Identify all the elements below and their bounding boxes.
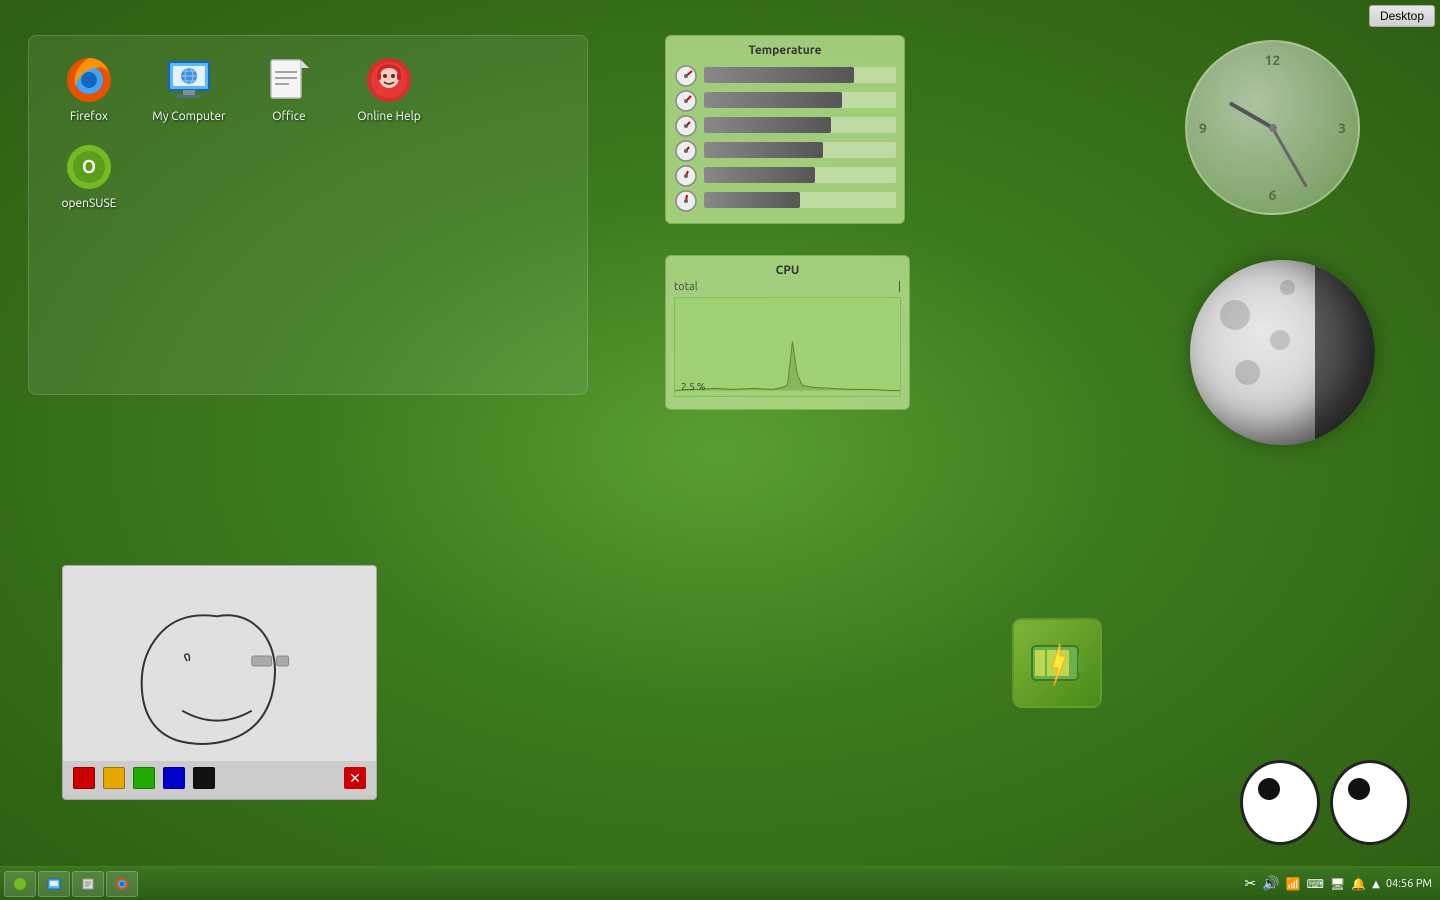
cpu-title: CPU <box>674 264 901 277</box>
color-black[interactable] <box>193 767 215 789</box>
cpu-percent: 2.5 % <box>681 381 705 392</box>
hour-hand <box>1228 101 1273 129</box>
opensuse-label: openSUSE <box>61 197 116 210</box>
temp-bar-6 <box>704 192 800 208</box>
office-icon <box>265 56 313 104</box>
network-icon[interactable]: 📶 <box>1286 877 1301 891</box>
temp-bar-3 <box>704 117 831 133</box>
temp-bar-container-3 <box>704 117 896 133</box>
temp-gauge-1 <box>674 65 698 85</box>
temp-bar-container-6 <box>704 192 896 208</box>
temp-bar-container-1 <box>704 67 896 83</box>
moon-shadow <box>1315 260 1375 445</box>
keyboard-icon[interactable]: ⌨ <box>1307 877 1324 891</box>
temp-row-2 <box>674 90 896 110</box>
firefox-icon <box>65 56 113 104</box>
temp-gauge-4 <box>674 140 698 160</box>
moon-crater-4 <box>1235 360 1260 385</box>
temp-gauge-2 <box>674 90 698 110</box>
drawing-close-button[interactable]: ✕ <box>344 767 366 789</box>
clock-12: 12 <box>1265 52 1281 68</box>
office-icon-item[interactable]: Office <box>249 56 329 123</box>
drawing-canvas <box>63 566 376 761</box>
icons-panel: Firefox My Computer <box>28 35 588 395</box>
taskbar-menu-button[interactable] <box>4 871 36 897</box>
color-yellow[interactable] <box>103 767 125 789</box>
mycomputer-label: My Computer <box>152 110 225 123</box>
opensuse-icon: O <box>65 143 113 191</box>
temp-gauge-5 <box>674 165 698 185</box>
mycomputer-icon <box>165 56 213 104</box>
battery-widget <box>1012 618 1102 708</box>
cpu-graph: 2.5 % <box>674 297 901 397</box>
taskbar-quicklaunch-3[interactable] <box>106 871 138 897</box>
cpu-label: total <box>674 281 698 293</box>
eye-left <box>1240 760 1320 845</box>
temp-row-1 <box>674 65 896 85</box>
temp-bar-container-4 <box>704 142 896 158</box>
eye-right <box>1330 760 1410 845</box>
icons-row-2: O openSUSE <box>49 143 567 210</box>
volume-icon[interactable]: 🔊 <box>1262 875 1279 892</box>
moon-crater-2 <box>1270 330 1290 350</box>
taskbar-quicklaunch-1[interactable] <box>38 871 70 897</box>
temp-row-5 <box>674 165 896 185</box>
display-icon[interactable]: 🖥 <box>1330 877 1345 891</box>
taskbar-right: ✂ 🔊 📶 ⌨ 🖥 🔔 ▲ 04:56 PM <box>1244 875 1436 892</box>
drawing-widget: ✕ <box>62 565 377 800</box>
temp-bar-container-2 <box>704 92 896 108</box>
clock-face: 12 3 6 9 <box>1185 40 1360 215</box>
onlinehelp-icon-item[interactable]: Online Help <box>349 56 429 123</box>
firefox-label: Firefox <box>70 110 108 123</box>
drawing-colors: ✕ <box>63 761 376 795</box>
taskbar-quicklaunch-2[interactable] <box>72 871 104 897</box>
taskbar: ✂ 🔊 📶 ⌨ 🖥 🔔 ▲ 04:56 PM <box>0 866 1440 900</box>
color-green[interactable] <box>133 767 155 789</box>
firefox-icon-item[interactable]: Firefox <box>49 56 129 123</box>
temp-row-4 <box>674 140 896 160</box>
temp-gauge-3 <box>674 115 698 135</box>
eyes-widget <box>1240 760 1410 845</box>
arrow-up-icon[interactable]: ▲ <box>1372 878 1380 890</box>
color-red[interactable] <box>73 767 95 789</box>
mycomputer-icon-item[interactable]: My Computer <box>149 56 229 123</box>
taskbar-left <box>4 871 138 897</box>
moon-widget <box>1190 260 1375 445</box>
moon-crater-1 <box>1220 300 1250 330</box>
clock-9: 9 <box>1199 120 1207 136</box>
notification-icon[interactable]: 🔔 <box>1351 877 1366 891</box>
color-blue[interactable] <box>163 767 185 789</box>
svg-text:O: O <box>82 157 96 177</box>
opensuse-dot <box>13 877 27 891</box>
icons-row-1: Firefox My Computer <box>49 56 567 123</box>
opensuse-icon-item[interactable]: O openSUSE <box>49 143 129 210</box>
temp-bar-1 <box>704 67 854 83</box>
temp-bar-4 <box>704 142 823 158</box>
temperature-widget: Temperature <box>665 35 905 224</box>
clock-6: 6 <box>1269 187 1277 203</box>
temp-gauge-6 <box>674 190 698 210</box>
taskbar-time: 04:56 PM <box>1386 878 1432 890</box>
pupil-right <box>1348 778 1370 800</box>
cpu-widget: CPU total | 2.5 % <box>665 255 910 410</box>
pupil-left <box>1258 778 1280 800</box>
office-label: Office <box>272 110 306 123</box>
desktop-button[interactable]: Desktop <box>1369 5 1435 27</box>
moon-crater-3 <box>1280 280 1295 295</box>
onlinehelp-icon <box>365 56 413 104</box>
cpu-bar-indicator: | <box>898 281 901 293</box>
temperature-title: Temperature <box>674 44 896 57</box>
clock-widget: 12 3 6 9 <box>1185 40 1360 215</box>
temp-bar-container-5 <box>704 167 896 183</box>
temp-bar-5 <box>704 167 815 183</box>
scissors-icon[interactable]: ✂ <box>1244 875 1256 892</box>
temp-row-3 <box>674 115 896 135</box>
temp-bar-2 <box>704 92 842 108</box>
onlinehelp-label: Online Help <box>357 110 421 123</box>
clock-3: 3 <box>1338 120 1346 136</box>
cpu-header: CPU <box>674 264 901 277</box>
temp-row-6 <box>674 190 896 210</box>
minute-hand <box>1271 127 1308 187</box>
clock-center <box>1269 124 1277 132</box>
